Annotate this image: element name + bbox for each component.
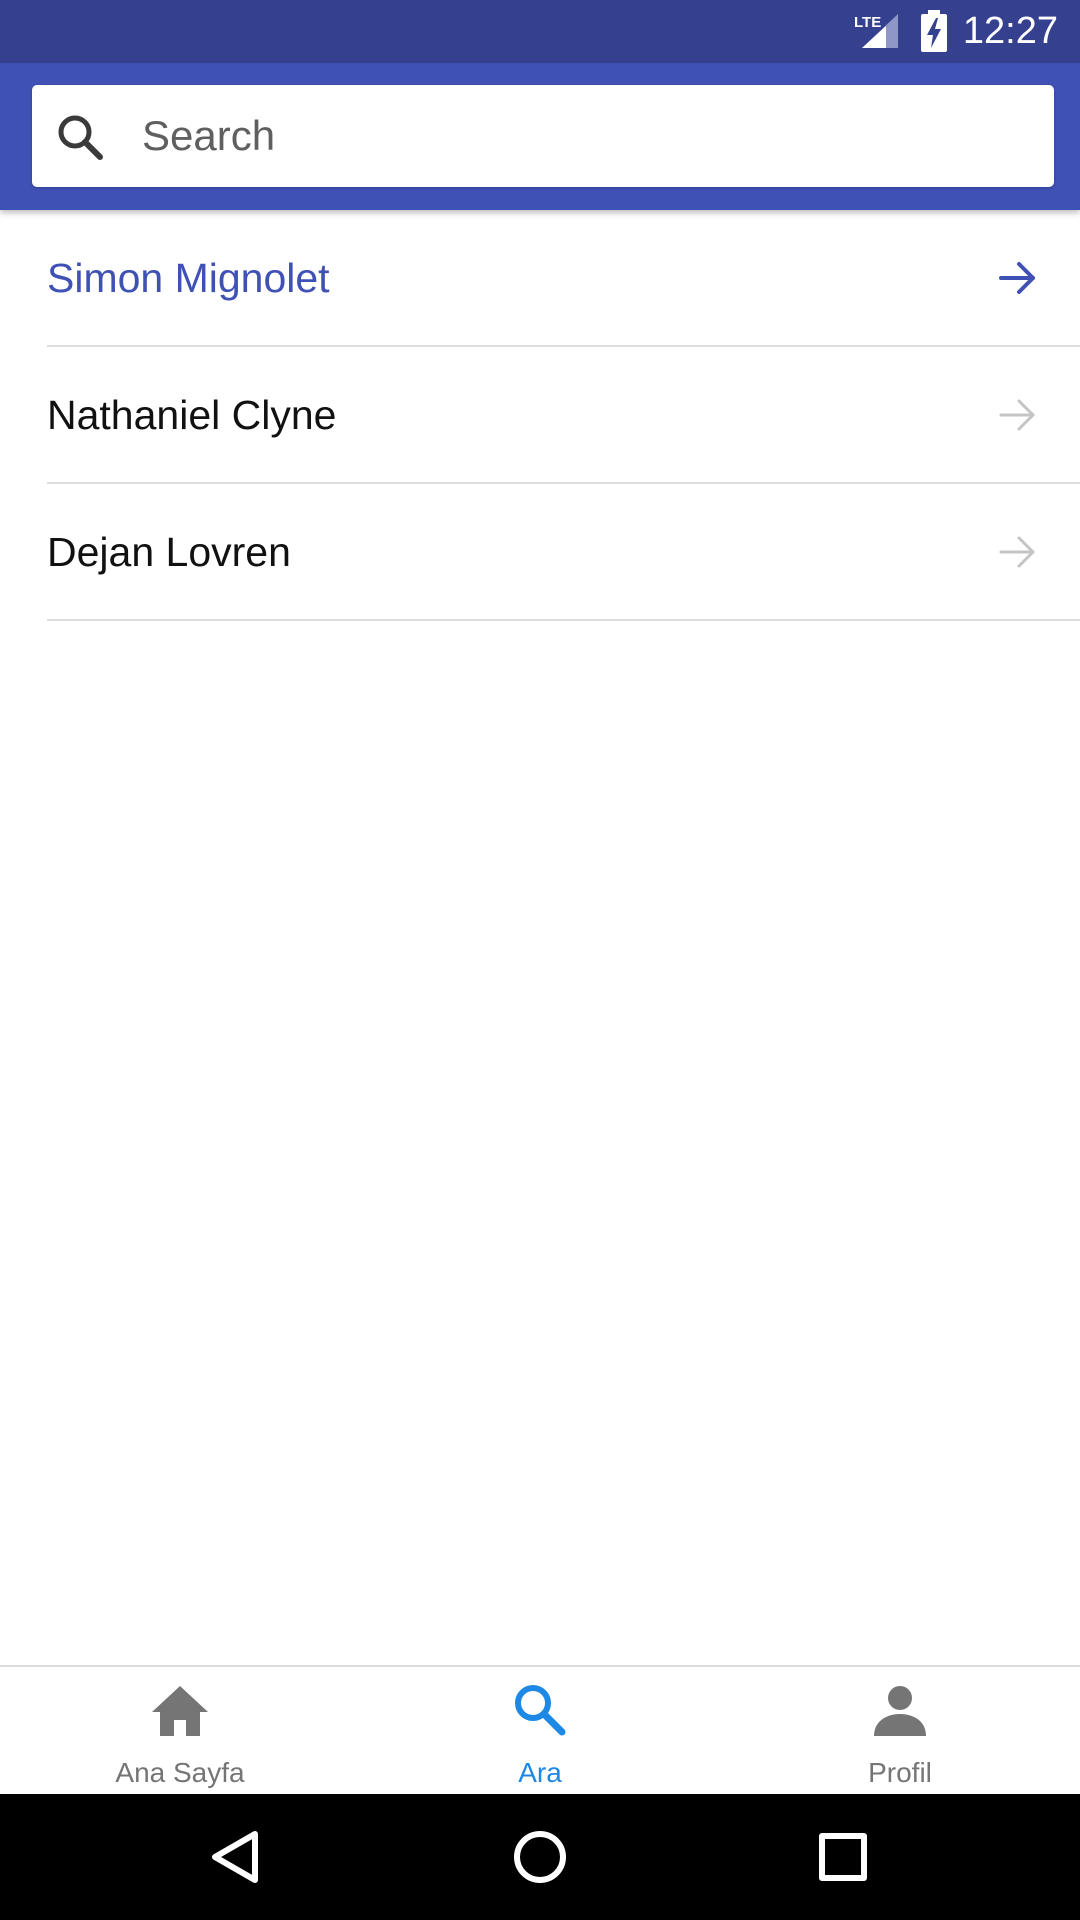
search-input[interactable] (142, 85, 1022, 187)
battery-charging-icon (921, 10, 947, 52)
lte-signal-icon: LTE (854, 14, 898, 48)
recents-icon[interactable] (810, 1824, 876, 1890)
nav-item-home[interactable]: Ana Sayfa (0, 1667, 360, 1794)
network-label: LTE (854, 14, 881, 31)
nav-label-home: Ana Sayfa (115, 1757, 245, 1788)
arrow-right-icon[interactable] (998, 532, 1038, 572)
system-nav-bar (0, 1794, 1080, 1920)
nav-label-search: Ara (518, 1757, 562, 1788)
list-item[interactable]: Simon Mignolet (47, 210, 1080, 347)
app-bar (0, 63, 1080, 210)
result-list: Simon Mignolet Nathaniel Clyne Dejan Lov… (0, 210, 1080, 621)
search-bar[interactable] (32, 85, 1054, 187)
nav-item-search[interactable]: Ara (360, 1667, 720, 1794)
status-time: 12:27 (962, 10, 1058, 52)
status-bar: LTE 12:27 (0, 0, 1080, 63)
home-circle-icon[interactable] (507, 1824, 573, 1890)
home-icon (152, 1686, 208, 1736)
nav-label-profile: Profil (868, 1757, 932, 1788)
person-icon (874, 1686, 926, 1736)
arrow-right-icon[interactable] (998, 258, 1038, 298)
list-item-name: Dejan Lovren (47, 529, 291, 575)
bottom-nav: Ana Sayfa Ara Profil (0, 1665, 1080, 1794)
list-item-name: Nathaniel Clyne (47, 392, 337, 438)
search-icon[interactable] (54, 111, 106, 163)
screen: LTE 12:27 Simon Mignolet (0, 0, 1080, 1920)
list-item-name: Simon Mignolet (47, 255, 330, 301)
arrow-right-icon[interactable] (998, 395, 1038, 435)
nav-item-profile[interactable]: Profil (720, 1667, 1080, 1794)
list-item[interactable]: Dejan Lovren (47, 484, 1080, 621)
back-icon[interactable] (203, 1824, 269, 1890)
search-icon (515, 1685, 566, 1736)
list-item[interactable]: Nathaniel Clyne (47, 347, 1080, 484)
